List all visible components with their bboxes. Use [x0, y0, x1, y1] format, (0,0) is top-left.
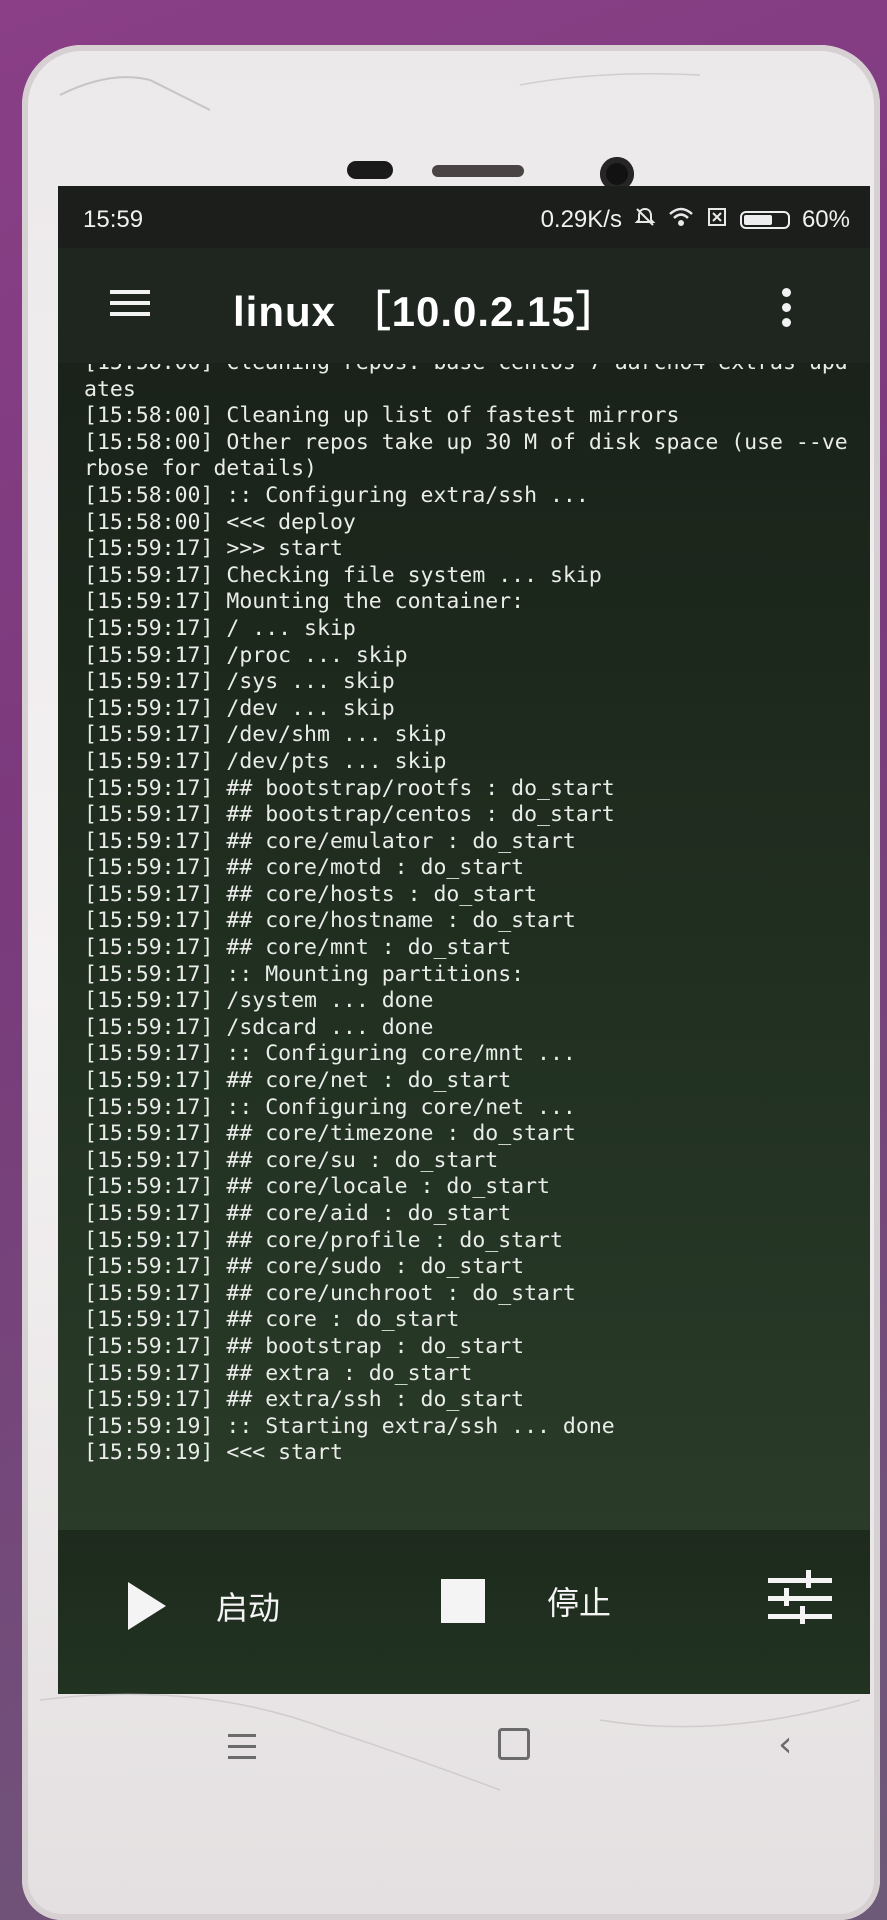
log-line: [15:58:00] :: Configuring extra/ssh ... [84, 482, 589, 508]
app-bar: linux ［10.0.2.15］ [58, 248, 870, 363]
log-line: [15:58:00] Cleaning repos: base centos-7… [84, 364, 848, 402]
stop-label: 停止 [547, 1584, 612, 1622]
log-line: [15:59:17] ## core/su : do_start [84, 1147, 499, 1173]
start-button[interactable]: 启动 [128, 1582, 280, 1630]
log-output[interactable]: [15:58:00] Cleaning repos: base centos-7… [58, 364, 870, 1530]
log-line: [15:59:19] :: Starting extra/ssh ... don… [84, 1413, 615, 1439]
no-sim-icon [706, 206, 728, 234]
log-line: [15:59:17] ## core/unchroot : do_start [84, 1280, 576, 1306]
log-line: [15:59:17] ## core/hostname : do_start [84, 908, 576, 934]
mute-icon [634, 206, 656, 234]
log-line: [15:59:17] ## core/mnt : do_start [84, 935, 512, 961]
nav-home-icon[interactable] [498, 1728, 530, 1760]
start-label: 启动 [216, 1589, 281, 1627]
log-line: [15:59:17] /dev/pts ... skip [84, 748, 447, 774]
network-speed: 0.29K/s [540, 206, 622, 233]
log-line: [15:59:17] :: Configuring core/mnt ... [84, 1041, 576, 1067]
log-line: [15:59:17] /dev ... skip [84, 695, 395, 721]
log-line: [15:59:17] ## core/aid : do_start [84, 1201, 512, 1226]
proximity-sensor [347, 161, 393, 179]
status-bar: 15:59 0.29K/s 60% [58, 186, 870, 248]
system-nav-bar: ‹ [58, 1694, 870, 1814]
log-line: [15:59:17] ## core/timezone : do_start [84, 1121, 576, 1147]
log-line: [15:58:00] <<< deploy [84, 509, 356, 535]
log-line: [15:59:17] /proc ... skip [84, 642, 408, 668]
battery-percent: 60% [801, 206, 850, 233]
log-line: [15:59:17] /system ... done [84, 988, 434, 1014]
log-line: [15:59:17] :: Configuring core/net ... [84, 1094, 576, 1120]
log-line: [15:59:17] ## core/emulator : do_start [84, 828, 576, 854]
stop-icon [441, 1579, 485, 1623]
battery-icon [739, 211, 790, 229]
bottom-toolbar: 启动 停止 [58, 1530, 870, 1694]
log-line: [15:59:17] ## extra/ssh : do_start [84, 1387, 525, 1413]
wifi-icon [668, 206, 694, 234]
log-line: [15:59:17] ## core/net : do_start [84, 1068, 512, 1094]
log-line: [15:59:17] :: Mounting partitions: [84, 961, 525, 987]
log-line: [15:59:17] ## core/hosts : do_start [84, 881, 538, 907]
log-line: [15:59:17] ## core : do_start [84, 1307, 460, 1333]
log-line: [15:59:17] /sys ... skip [84, 669, 395, 695]
earpiece-speaker [432, 165, 524, 177]
app-title: linux ［10.0.2.15］ [233, 288, 619, 335]
log-line: [15:59:17] ## core/locale : do_start [84, 1174, 550, 1200]
log-line: [15:59:17] /dev/shm ... skip [84, 722, 447, 748]
log-line: [15:59:17] ## core/sudo : do_start [84, 1254, 525, 1280]
nav-back-icon[interactable]: ‹ [778, 1724, 792, 1765]
log-line: [15:59:17] Mounting the container: [84, 589, 525, 615]
stop-button[interactable]: 停止 [441, 1578, 611, 1624]
log-line: [15:59:17] ## bootstrap/rootfs : do_star… [84, 775, 615, 801]
log-line: [15:59:17] / ... skip [84, 615, 356, 641]
log-line: [15:59:17] Checking file system ... skip [84, 562, 602, 588]
log-line: [15:59:17] ## core/profile : do_start [84, 1227, 563, 1253]
log-line: [15:58:00] Other repos take up 30 M of d… [84, 429, 848, 482]
log-line: [15:59:17] ## bootstrap/centos : do_star… [84, 802, 615, 828]
phone-screen: 15:59 0.29K/s 60% linux ［10.0.2.15］ [15:… [58, 186, 870, 1694]
hamburger-menu-icon[interactable] [110, 290, 150, 318]
status-time: 15:59 [83, 206, 144, 233]
nav-menu-icon[interactable] [228, 1734, 256, 1767]
log-lines: [15:58:00] Cleaning repos: base centos-7… [84, 364, 856, 1467]
log-line: [15:59:17] ## core/motd : do_start [84, 855, 525, 881]
log-line: [15:59:17] ## extra : do_start [84, 1360, 473, 1386]
log-line: [15:59:17] >>> start [84, 536, 343, 562]
log-line: [15:58:00] Cleaning up list of fastest m… [84, 403, 680, 429]
settings-sliders-icon[interactable] [768, 1570, 832, 1626]
status-icons: 0.29K/s 60% [541, 206, 850, 234]
log-line: [15:59:17] /sdcard ... done [84, 1014, 434, 1040]
log-line: [15:59:19] <<< start [84, 1440, 343, 1466]
overflow-menu-icon[interactable] [782, 288, 792, 332]
play-icon [128, 1582, 166, 1630]
log-line: [15:59:17] ## bootstrap : do_start [84, 1333, 525, 1359]
